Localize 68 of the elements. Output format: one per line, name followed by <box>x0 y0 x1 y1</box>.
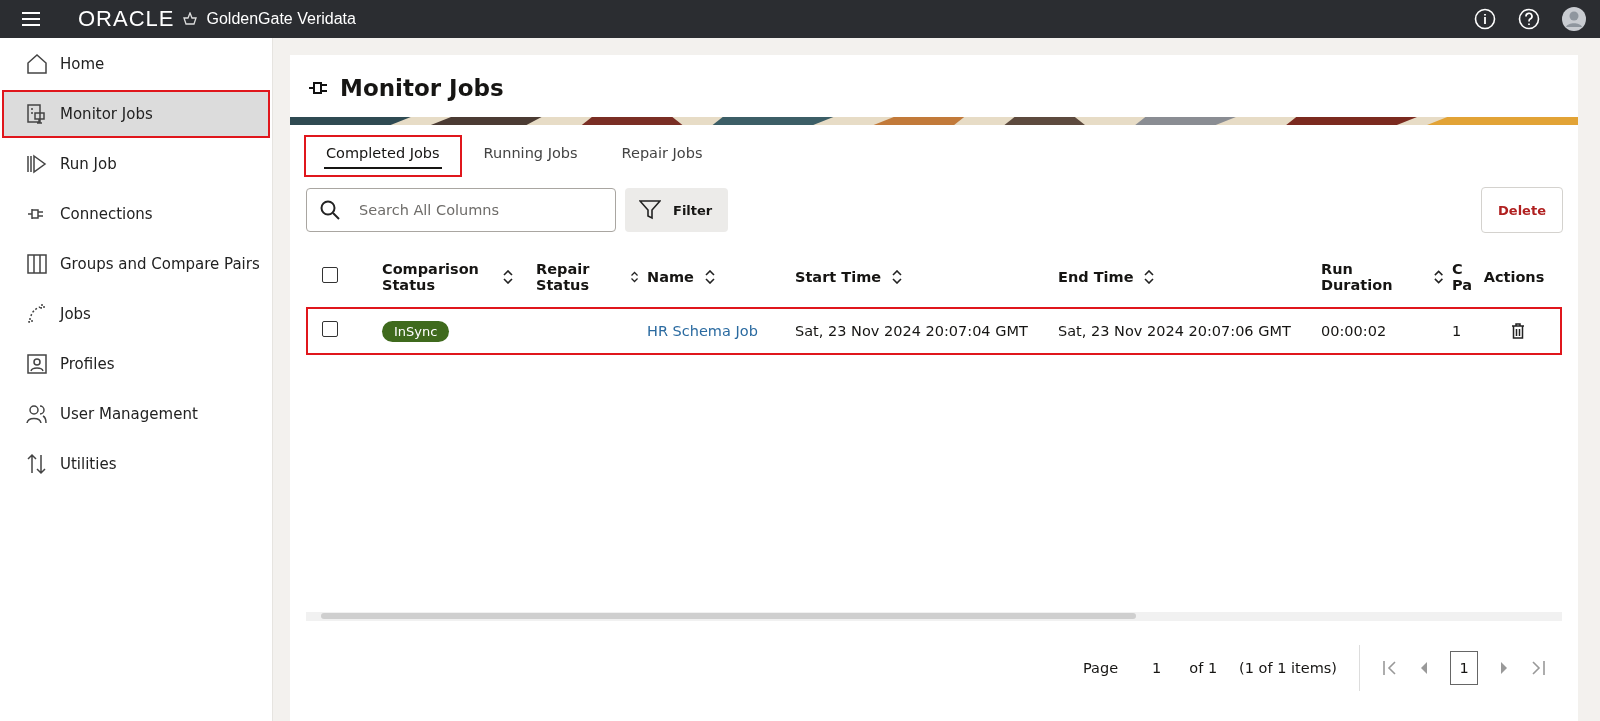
last-page-icon[interactable] <box>1530 660 1546 676</box>
arrows-icon <box>26 453 48 475</box>
first-page-icon[interactable] <box>1382 660 1398 676</box>
filter-button[interactable]: Filter <box>625 188 729 232</box>
column-header: End Time <box>1058 269 1134 285</box>
brand-logo: ORACLE <box>78 6 175 32</box>
funnel-icon <box>639 200 661 220</box>
tab[interactable]: Running Jobs <box>461 135 600 177</box>
table-cell: Sat, 23 Nov 2024 20:07:04 GMT <box>795 323 1028 339</box>
search-field[interactable]: Search All Columns <box>306 188 616 232</box>
sidebar-item[interactable]: Connections <box>2 190 270 238</box>
profile-icon <box>26 353 48 375</box>
table-cell: 00:00:02 <box>1321 323 1387 339</box>
avatar-icon[interactable] <box>1562 7 1586 31</box>
sidebar-item[interactable]: Monitor Jobs <box>2 90 270 138</box>
page-title: Monitor Jobs <box>340 75 504 101</box>
current-page-button[interactable]: 1 <box>1450 651 1478 685</box>
delete-button[interactable]: Delete <box>1481 187 1563 233</box>
dotted-path-icon <box>26 303 48 325</box>
column-header: Comparison Status <box>382 261 480 293</box>
sidebar-item[interactable]: User Management <box>2 390 270 438</box>
sidebar-item[interactable]: Home <box>2 40 270 88</box>
sort-icon[interactable] <box>703 270 716 284</box>
page-count: of 1 <box>1189 660 1218 676</box>
sort-icon[interactable] <box>1143 270 1156 284</box>
search-icon <box>320 200 340 220</box>
plug-icon <box>308 79 330 97</box>
job-link[interactable]: HR Schema Job <box>647 323 758 339</box>
page-label: Page <box>1082 660 1119 676</box>
status-badge: InSync <box>382 320 450 342</box>
column-header: C Pa <box>1452 261 1474 293</box>
column-header: Repair Status <box>536 261 591 293</box>
table-cell: 1 <box>1452 323 1462 339</box>
sidebar-item[interactable]: Utilities <box>2 440 270 488</box>
menu-icon[interactable] <box>22 12 40 26</box>
sidebar-item[interactable]: Profiles <box>2 340 270 388</box>
column-header: Name <box>647 269 694 285</box>
info-icon[interactable] <box>1474 8 1496 30</box>
tab[interactable]: Completed Jobs <box>304 135 462 177</box>
table-row[interactable]: InSync HR Schema Job Sat, 23 Nov 2024 20:07:04 GMT Sat, 23 Nov 2024 20:07:06 GMT 00:00:02 1 <box>306 307 1562 355</box>
previous-page-icon[interactable] <box>1420 662 1428 674</box>
house-icon <box>26 53 48 75</box>
product-name: GoldenGate Veridata <box>206 10 356 28</box>
monitor-icon <box>26 103 48 125</box>
select-all-checkbox[interactable] <box>322 267 338 283</box>
column-header: Actions <box>1483 269 1545 285</box>
sort-icon[interactable] <box>629 270 639 284</box>
columns-icon <box>26 253 48 275</box>
horizontal-scrollbar[interactable] <box>306 612 1562 621</box>
sort-icon[interactable] <box>1432 270 1444 284</box>
column-header: Start Time <box>795 269 882 285</box>
sidebar-item[interactable]: Run Job <box>2 140 270 188</box>
play-icon <box>26 153 48 175</box>
row-checkbox[interactable] <box>322 321 338 337</box>
table-cell: Sat, 23 Nov 2024 20:07:06 GMT <box>1058 323 1291 339</box>
users-icon <box>26 403 48 425</box>
page-number: 1 <box>1152 660 1162 676</box>
sidebar-item[interactable]: Jobs <box>2 290 270 338</box>
trash-icon[interactable] <box>1511 323 1525 339</box>
item-count: (1 of 1 items) <box>1239 660 1337 676</box>
tab[interactable]: Repair Jobs <box>599 135 725 177</box>
sort-icon[interactable] <box>891 270 904 284</box>
sort-icon[interactable] <box>502 270 514 284</box>
ship-icon <box>182 12 199 26</box>
column-header: Run Duration <box>1321 261 1394 293</box>
next-page-icon[interactable] <box>1500 662 1508 674</box>
sidebar-item[interactable]: Groups and Compare Pairs <box>2 240 270 288</box>
help-icon[interactable] <box>1518 8 1540 30</box>
